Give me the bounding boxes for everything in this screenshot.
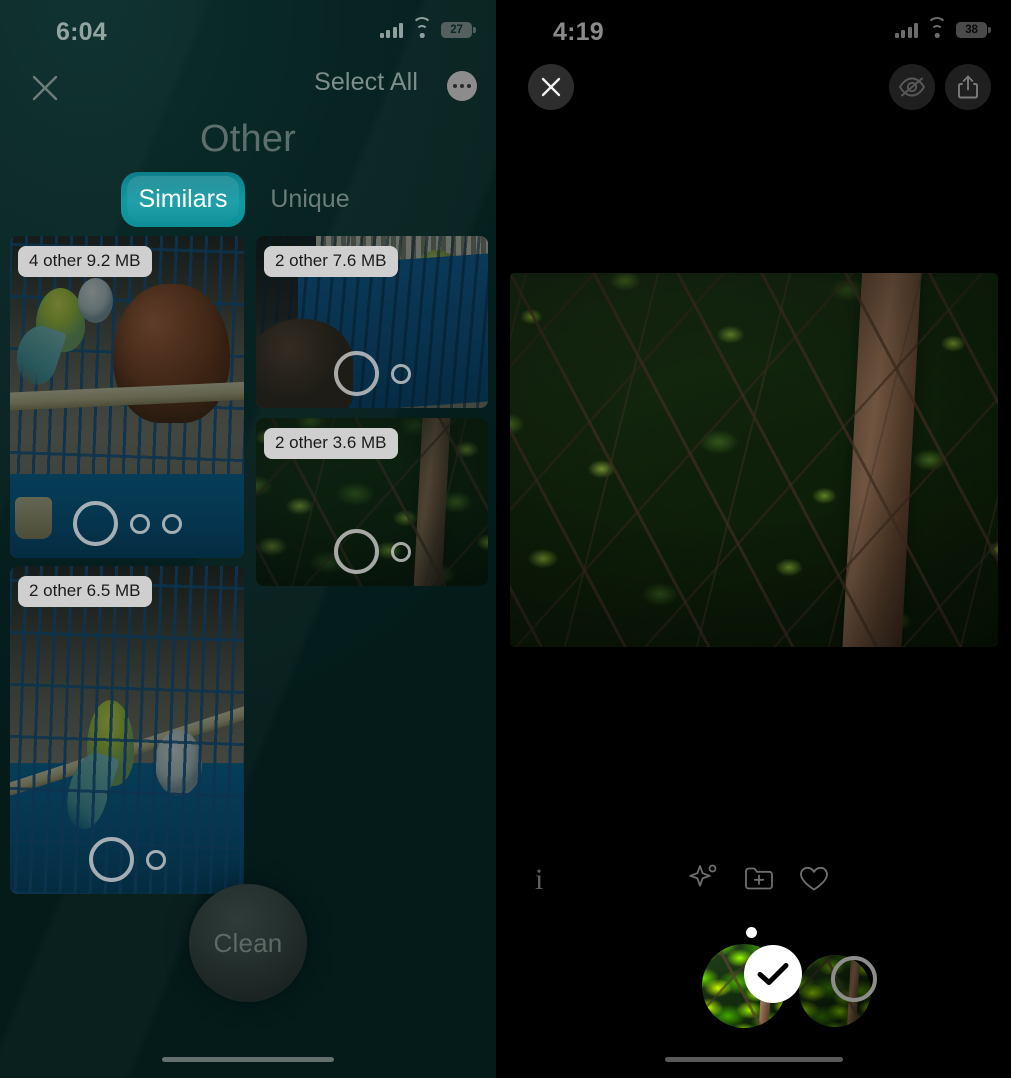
clean-button-label: Clean bbox=[213, 927, 283, 958]
close-icon[interactable] bbox=[528, 64, 574, 110]
eye-slash-icon[interactable] bbox=[889, 64, 935, 110]
photo-grid: 4 other 9.2 MB 2 other 7.6 MB 2 other 3.… bbox=[10, 236, 488, 896]
group-page-dots[interactable] bbox=[10, 501, 244, 546]
status-indicators: 27 bbox=[379, 16, 476, 38]
page-dot[interactable] bbox=[145, 849, 166, 870]
page-indicator-dot bbox=[746, 927, 757, 938]
group-page-dots[interactable] bbox=[256, 351, 488, 396]
battery-tip bbox=[473, 27, 476, 33]
right-nav-bar bbox=[497, 64, 1011, 112]
status-indicators: 38 bbox=[894, 16, 991, 38]
tab-similars-label: Similars bbox=[138, 185, 228, 213]
more-options-icon[interactable] bbox=[447, 71, 477, 101]
left-phone-screen: 6:04 27 Select All Other Similars Unique… bbox=[0, 0, 497, 1078]
photo-group-tile[interactable]: 2 other 6.5 MB bbox=[10, 566, 244, 894]
unselected-ring-icon[interactable] bbox=[831, 956, 877, 1002]
photo-group-tile[interactable]: 4 other 9.2 MB bbox=[10, 236, 244, 558]
cellular-bars-icon bbox=[894, 22, 918, 38]
page-dot-active[interactable] bbox=[333, 351, 379, 396]
battery-icon: 27 bbox=[441, 22, 476, 38]
status-time: 4:19 bbox=[553, 18, 604, 46]
home-indicator bbox=[665, 1057, 843, 1062]
right-status-bar: 4:19 38 bbox=[497, 0, 1011, 58]
clean-button[interactable]: Clean bbox=[189, 884, 307, 1002]
heart-icon[interactable] bbox=[798, 864, 830, 899]
check-icon[interactable] bbox=[744, 945, 802, 1003]
photo-filmstrip bbox=[497, 914, 1011, 1030]
segmented-tabs: Similars Unique bbox=[0, 172, 496, 227]
group-size-badge: 2 other 7.6 MB bbox=[264, 246, 398, 277]
home-indicator bbox=[162, 1057, 334, 1062]
info-icon[interactable]: i bbox=[535, 860, 543, 900]
photo-viewer-image[interactable] bbox=[510, 273, 998, 647]
tab-unique-label: Unique bbox=[270, 185, 350, 213]
battery-icon: 38 bbox=[956, 22, 991, 38]
magic-wand-sparkle-icon[interactable] bbox=[687, 862, 721, 901]
share-icon[interactable] bbox=[945, 64, 991, 110]
photo-action-toolbar: i bbox=[497, 858, 1011, 902]
group-page-dots[interactable] bbox=[10, 837, 244, 882]
group-page-dots[interactable] bbox=[256, 529, 488, 574]
group-size-badge: 2 other 6.5 MB bbox=[18, 576, 152, 607]
wifi-icon bbox=[927, 16, 947, 38]
photo-group-tile[interactable]: 2 other 7.6 MB bbox=[256, 236, 488, 408]
tab-similars[interactable]: Similars bbox=[121, 172, 245, 227]
cellular-bars-icon bbox=[379, 22, 403, 38]
battery-level: 38 bbox=[965, 24, 978, 36]
photo-group-tile[interactable]: 2 other 3.6 MB bbox=[256, 418, 488, 586]
battery-tip bbox=[988, 27, 991, 33]
select-all-button[interactable]: Select All bbox=[314, 68, 418, 97]
page-dot-active[interactable] bbox=[333, 529, 379, 574]
dual-screenshot-stage: 6:04 27 Select All Other Similars Unique… bbox=[0, 0, 1011, 1078]
close-icon[interactable] bbox=[28, 71, 62, 105]
right-phone-screen: 4:19 38 i bbox=[497, 0, 1011, 1078]
status-time: 6:04 bbox=[56, 18, 107, 46]
page-dot[interactable] bbox=[129, 513, 150, 534]
group-size-badge: 2 other 3.6 MB bbox=[264, 428, 398, 459]
left-status-bar: 6:04 27 bbox=[0, 0, 496, 58]
tab-unique[interactable]: Unique bbox=[245, 172, 375, 227]
page-dot[interactable] bbox=[161, 513, 182, 534]
page-dot[interactable] bbox=[390, 363, 411, 384]
group-size-badge: 4 other 9.2 MB bbox=[18, 246, 152, 277]
left-nav-bar: Select All bbox=[0, 68, 496, 114]
battery-level: 27 bbox=[450, 24, 463, 36]
page-dot-active[interactable] bbox=[72, 501, 118, 546]
folder-plus-icon[interactable] bbox=[743, 863, 775, 898]
wifi-icon bbox=[412, 16, 432, 38]
page-title: Other bbox=[199, 118, 297, 160]
page-dot-active[interactable] bbox=[88, 837, 134, 882]
page-dot[interactable] bbox=[390, 541, 411, 562]
